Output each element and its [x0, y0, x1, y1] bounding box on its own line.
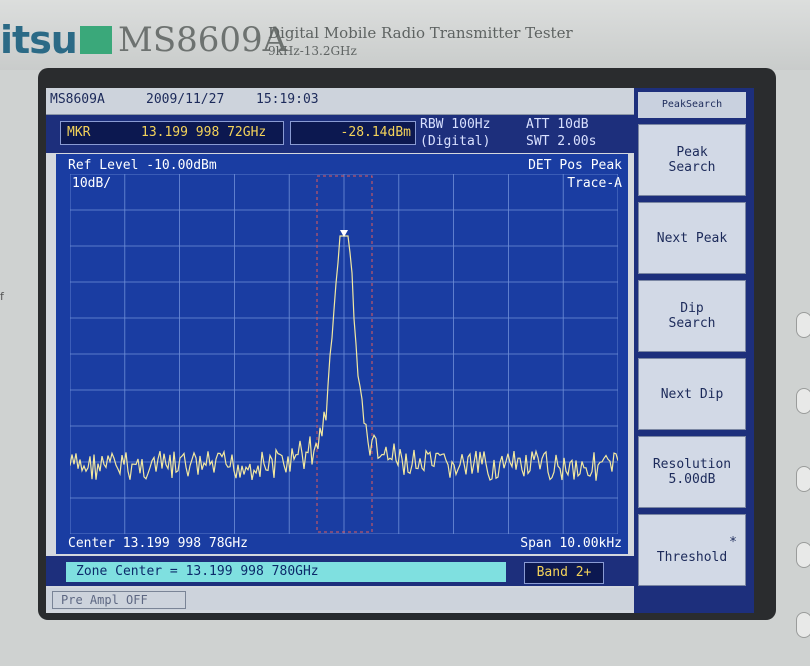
dip-search-softkey[interactable]: Dip Search: [638, 280, 746, 352]
zone-center-field: Zone Center = 13.199 998 780GHz: [66, 562, 506, 582]
resolution-softkey[interactable]: Resolution 5.00dB: [638, 436, 746, 508]
softkey-label: Next Peak: [656, 230, 728, 246]
preamp-status: Pre Ampl OFF: [52, 591, 186, 609]
header-time: 15:19:03: [256, 92, 319, 107]
softkey-label: Search: [668, 160, 716, 175]
band-indicator: Band 2+: [524, 562, 604, 584]
detector-mode: DET Pos Peak: [528, 158, 622, 173]
hard-key-button[interactable]: [796, 542, 810, 568]
marker-bar: MKR 13.199 998 72GHz -28.14dBm RBW 100Hz…: [46, 115, 640, 153]
softkey-flag: *: [729, 535, 737, 550]
frequency-range: 9kHz-13.2GHz: [268, 44, 357, 58]
next-dip-softkey[interactable]: Next Dip: [638, 358, 746, 430]
threshold-softkey[interactable]: * Threshold: [638, 514, 746, 586]
bezel-side-label: f: [0, 290, 4, 303]
softkey-footer: [638, 588, 746, 608]
hard-key-button[interactable]: [796, 612, 810, 638]
graticule: [70, 174, 618, 534]
softkey-menu-title: PeakSearch: [638, 92, 746, 118]
brand-logo-square: [80, 26, 112, 54]
analyzer-screen: MS8609A 2009/11/27 15:19:03 MKR 13.199 9…: [46, 88, 754, 613]
instrument-bezel: itsu MS8609A Digital Mobile Radio Transm…: [0, 0, 810, 70]
hard-key-button[interactable]: [796, 312, 810, 338]
next-peak-softkey[interactable]: Next Peak: [638, 202, 746, 274]
marker-frequency: 13.199 998 72GHz: [141, 125, 267, 140]
marker-frequency-box: MKR 13.199 998 72GHz: [60, 121, 284, 145]
peak-search-softkey[interactable]: Peak Search: [638, 124, 746, 196]
brand-logo: itsu: [0, 18, 78, 62]
frequency-span: Span 10.00kHz: [520, 536, 622, 551]
sweep-time-value: SWT 2.00s: [526, 134, 597, 149]
softkey-label: Threshold: [656, 550, 728, 565]
rbw-mode: (Digital): [420, 134, 491, 149]
zone-center-text: Zone Center = 13.199 998 780GHz: [76, 564, 319, 579]
softkey-label: Dip: [680, 301, 704, 316]
softkey-panel: PeakSearch Peak Search Next Peak Dip Sea…: [634, 88, 754, 613]
hard-key-button[interactable]: [796, 466, 810, 492]
reference-level: Ref Level -10.00dBm: [68, 158, 217, 173]
status-bar: Pre Ampl OFF: [46, 588, 640, 610]
header-model: MS8609A: [50, 92, 105, 107]
zone-bar: Zone Center = 13.199 998 780GHz Band 2+: [46, 556, 640, 586]
center-frequency: Center 13.199 998 78GHz: [68, 536, 249, 551]
marker-label: MKR: [67, 125, 91, 140]
header-date: 2009/11/27: [146, 92, 225, 107]
attenuation-value: ATT 10dB: [526, 117, 589, 132]
softkey-label: Resolution: [652, 457, 732, 472]
softkey-label: Search: [668, 316, 716, 331]
softkey-label: Next Dip: [660, 386, 724, 402]
softkey-label: Peak: [676, 145, 708, 160]
spectrum-plot: Ref Level -10.00dBm 10dB/ DET Pos Peak T…: [56, 154, 628, 554]
product-description: Digital Mobile Radio Transmitter Tester: [268, 24, 573, 42]
hard-key-button[interactable]: [796, 388, 810, 414]
marker-level: -28.14dBm: [340, 125, 411, 140]
model-name: MS8609A: [118, 20, 288, 60]
marker-level-box: -28.14dBm: [290, 121, 416, 145]
header-bar: MS8609A 2009/11/27 15:19:03: [46, 88, 640, 115]
spectrum-graph: [70, 174, 618, 534]
rbw-value: RBW 100Hz: [420, 117, 491, 132]
softkey-value: 5.00dB: [668, 472, 716, 487]
